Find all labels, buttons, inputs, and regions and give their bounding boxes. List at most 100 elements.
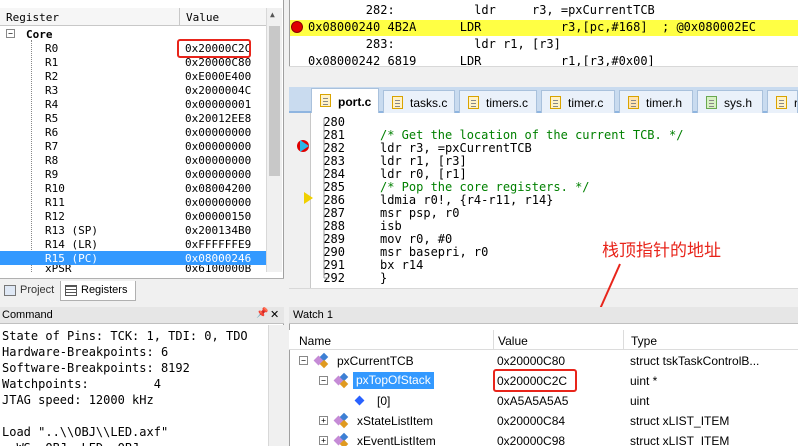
command-scrollbar[interactable] [268, 325, 284, 446]
watch-row[interactable]: [0] 0xA5A5A5A5 uint [289, 391, 798, 411]
disassembly-line[interactable]: 283: ldr r1, [r3] [290, 37, 798, 53]
expand-icon[interactable]: + [319, 436, 328, 445]
register-row[interactable]: R7 0x00000000 [0, 139, 266, 153]
register-name: R13 (SP) [45, 224, 98, 237]
tab-timer-c[interactable]: timer.c [541, 90, 615, 113]
tab-label: r [794, 96, 798, 110]
code-text: ldr r1, [r3] [380, 154, 467, 168]
register-name: R11 [45, 196, 65, 209]
value-column-header[interactable]: Value [186, 11, 219, 24]
fold-guide [323, 118, 329, 279]
code-text: isb [380, 219, 402, 233]
register-name: R10 [45, 182, 65, 195]
register-value[interactable]: 0x08004200 [185, 182, 251, 195]
register-name: R7 [45, 140, 59, 153]
c-file-icon [392, 96, 403, 109]
register-row[interactable]: R13 (SP) 0x200134B0 [0, 223, 266, 237]
pin-icon[interactable]: 📌 [256, 308, 268, 319]
register-name: R6 [45, 126, 59, 139]
watch-value[interactable]: 0x20000C84 [497, 414, 565, 428]
tab-tasks-c[interactable]: tasks.c [383, 90, 455, 113]
value-column-header[interactable]: Value [498, 334, 528, 348]
expand-icon[interactable]: + [319, 416, 328, 425]
watch-row[interactable]: + xStateListItem 0x20000C84 struct xLIST… [289, 411, 798, 431]
disassembly-line-current[interactable]: 0x08000240 4B2A LDR r3,[pc,#168] ; @0x08… [290, 20, 798, 36]
tab-timers-c[interactable]: timers.c [459, 90, 537, 113]
name-column-header[interactable]: Name [299, 334, 331, 348]
collapse-icon[interactable]: − [319, 376, 328, 385]
command-output-line: JTAG speed: 12000 kHz [2, 393, 154, 407]
h-file-icon [706, 96, 717, 109]
register-row[interactable]: R3 0x2000004C [0, 83, 266, 97]
watch-value[interactable]: 0xA5A5A5A5 [497, 394, 568, 408]
watch-value[interactable]: 0x20000C98 [497, 434, 565, 446]
scrollbar-thumb[interactable] [269, 26, 280, 176]
scroll-up-icon[interactable]: ▲ [270, 10, 275, 19]
register-name: R0 [45, 42, 59, 55]
register-value[interactable]: 0xFFFFFFE9 [185, 238, 251, 251]
watch-row[interactable]: − pxCurrentTCB 0x20000C80 struct tskTask… [289, 351, 798, 371]
breakpoint-icon[interactable] [291, 21, 303, 33]
register-name: R9 [45, 168, 59, 181]
registers-scrollbar[interactable]: ▲ [266, 8, 282, 272]
tab-project[interactable]: Project [0, 281, 58, 301]
code-text: } [380, 271, 388, 285]
command-output-line: WS OBJ LED OBJ .. [2, 441, 183, 446]
type-column-header[interactable]: Type [631, 334, 657, 348]
tab-timer-h[interactable]: timer.h [619, 90, 693, 113]
register-row[interactable]: R4 0x00000001 [0, 97, 266, 111]
disassembly-hscrollbar[interactable] [289, 66, 798, 82]
register-value[interactable]: 0x2000004C [185, 84, 251, 97]
register-value[interactable]: 0x6100000B [185, 265, 251, 275]
register-row[interactable]: R5 0x20012EE8 [0, 111, 266, 125]
register-name: R12 [45, 210, 65, 223]
collapse-icon[interactable]: − [299, 356, 308, 365]
register-value[interactable]: 0x200134B0 [185, 224, 251, 237]
register-name: R4 [45, 98, 59, 111]
register-row[interactable]: R14 (LR) 0xFFFFFFE9 [0, 237, 266, 251]
register-row[interactable]: R11 0x00000000 [0, 195, 266, 209]
tab-registers[interactable]: Registers [60, 281, 136, 301]
disassembly-line[interactable]: 282: ldr r3, =pxCurrentTCB [290, 3, 798, 19]
register-value[interactable]: 0x00000000 [185, 168, 251, 181]
code-text: msr basepri, r0 [380, 245, 489, 259]
register-row[interactable]: R6 0x00000000 [0, 125, 266, 139]
watch-type: struct xLIST_ITEM [630, 414, 730, 428]
register-row[interactable]: xPSR 0x6100000B [0, 265, 266, 275]
column-divider[interactable] [179, 8, 180, 26]
register-row-selected[interactable]: R15 (PC) 0x08000246 [0, 251, 266, 265]
watch-value[interactable]: 0x20000C80 [497, 354, 565, 368]
register-row[interactable]: R2 0xE000E400 [0, 69, 266, 83]
register-value[interactable]: 0x00000001 [185, 98, 251, 111]
register-value[interactable]: 0x08000246 [185, 252, 251, 265]
register-value[interactable]: 0x00000000 [185, 154, 251, 167]
register-value[interactable]: 0x20012EE8 [185, 112, 251, 125]
disassembly-line[interactable]: 0x08000242 6819 LDR r1,[r3,#0x00] [290, 54, 798, 66]
register-row[interactable]: R8 0x00000000 [0, 153, 266, 167]
editor-hscrollbar[interactable] [289, 288, 798, 302]
register-row[interactable]: R12 0x00000150 [0, 209, 266, 223]
register-value[interactable]: 0x00000000 [185, 196, 251, 209]
tab-label: timer.h [646, 96, 683, 110]
tab-sys-h[interactable]: sys.h [697, 90, 763, 113]
register-value[interactable]: 0x00000000 [185, 126, 251, 139]
register-name: R3 [45, 84, 59, 97]
tab-overflow[interactable]: r [767, 90, 798, 113]
watch-row[interactable]: + xEventListItem 0x20000C98 struct xLIST… [289, 431, 798, 446]
watch-name: xStateListItem [357, 414, 434, 428]
register-value[interactable]: 0xE000E400 [185, 70, 251, 83]
close-icon[interactable]: ✕ [270, 308, 279, 321]
register-value[interactable]: 0x00000150 [185, 210, 251, 223]
column-divider[interactable] [493, 330, 494, 350]
column-divider[interactable] [623, 330, 624, 350]
register-value[interactable]: 0x00000000 [185, 140, 251, 153]
watch-name-selected: pxTopOfStack [353, 372, 434, 389]
register-column-header[interactable]: Register [6, 11, 59, 24]
register-name: R2 [45, 70, 59, 83]
register-row[interactable]: R9 0x00000000 [0, 167, 266, 181]
register-row[interactable]: R10 0x08004200 [0, 181, 266, 195]
collapse-icon[interactable]: − [6, 29, 15, 38]
highlight-box-top-of-stack [493, 369, 577, 392]
tab-port-c[interactable]: port.c [311, 88, 379, 113]
code-editor[interactable]: 280 281/* Get the location of the curren… [289, 113, 798, 302]
